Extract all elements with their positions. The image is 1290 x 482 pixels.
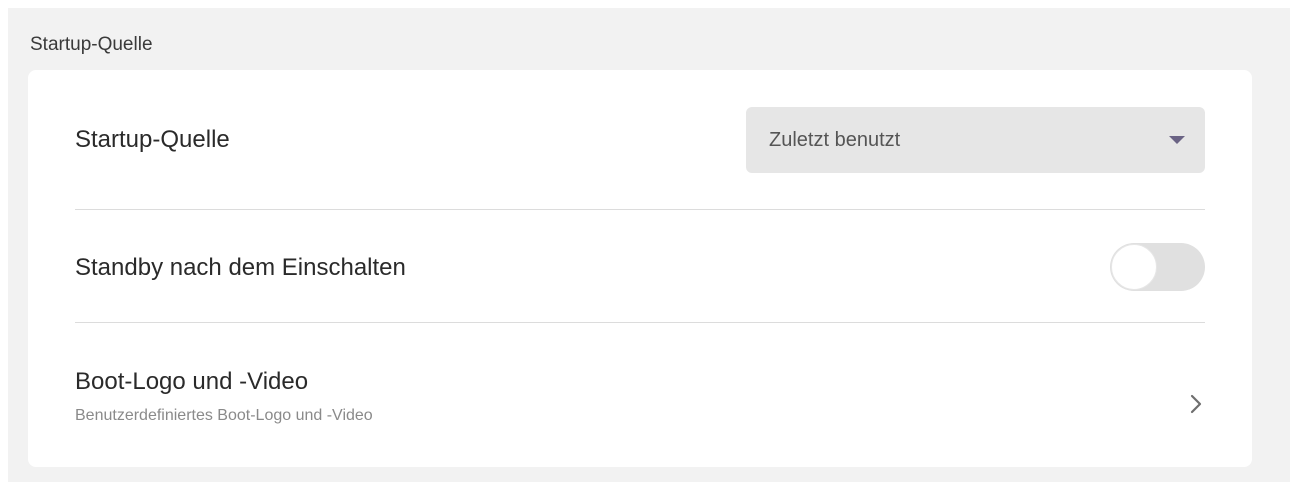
boot-logo-video-label: Boot-Logo und -Video — [75, 368, 309, 395]
section-title: Startup-Quelle — [30, 34, 153, 55]
startup-source-dropdown[interactable]: Zuletzt benutzt — [746, 107, 1205, 173]
standby-after-power-on-toggle[interactable] — [1110, 243, 1205, 291]
standby-after-power-on-label: Standby nach dem Einschalten — [75, 254, 406, 281]
divider — [75, 209, 1205, 210]
caret-down-icon — [1169, 136, 1185, 144]
settings-card: Startup-Quelle Zuletzt benutzt Standby n… — [28, 70, 1252, 467]
dropdown-selected-value: Zuletzt benutzt — [769, 129, 901, 151]
settings-panel: Startup-Quelle Startup-Quelle Zuletzt be… — [8, 8, 1290, 482]
boot-logo-video-subtitle: Benutzerdefiniertes Boot-Logo und -Video — [75, 407, 373, 424]
boot-logo-video-row[interactable]: Boot-Logo und -Video Benutzerdefiniertes… — [28, 323, 1252, 467]
toggle-knob — [1111, 244, 1157, 290]
chevron-right-icon — [1190, 394, 1202, 414]
startup-source-label: Startup-Quelle — [75, 126, 230, 153]
